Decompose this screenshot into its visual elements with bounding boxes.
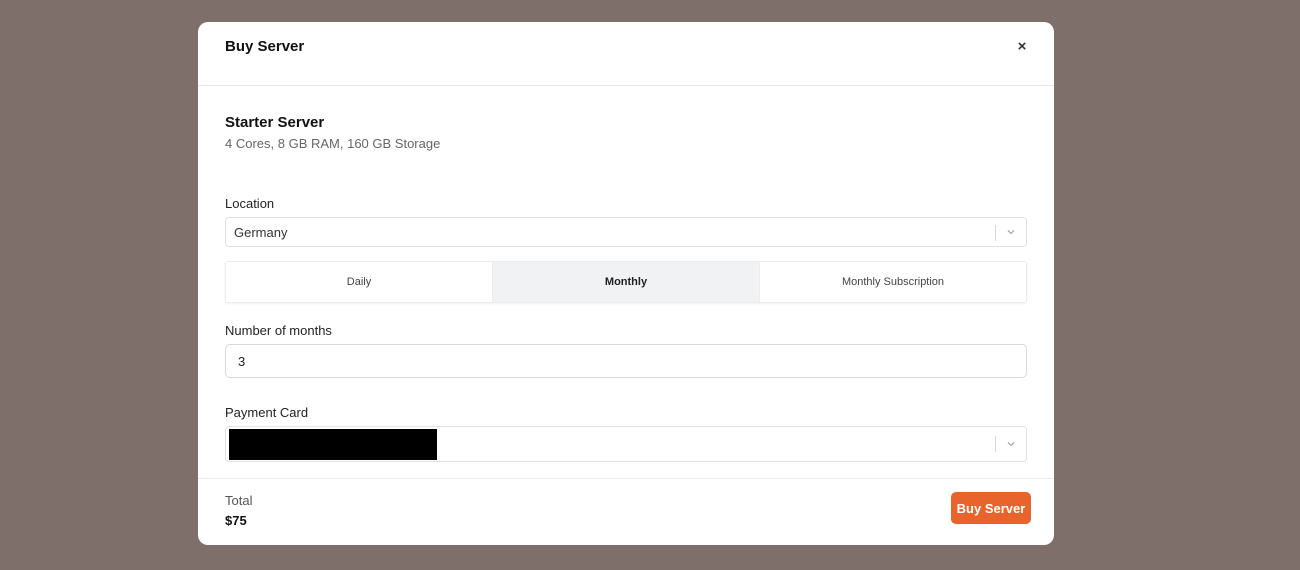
location-label: Location xyxy=(225,196,275,211)
select-separator xyxy=(995,436,996,452)
modal-header: Buy Server × xyxy=(198,22,1054,86)
select-separator xyxy=(995,225,996,241)
modal-title: Buy Server xyxy=(225,38,305,55)
buy-server-button[interactable]: Buy Server xyxy=(951,492,1031,524)
location-select[interactable]: Germany xyxy=(225,217,1027,247)
tab-monthly-subscription[interactable]: Monthly Subscription xyxy=(760,262,1026,302)
tab-monthly[interactable]: Monthly xyxy=(493,262,760,302)
redacted-card-value xyxy=(229,429,437,460)
close-icon[interactable]: × xyxy=(1014,38,1030,56)
months-label: Number of months xyxy=(225,323,332,338)
total-label: Total xyxy=(225,493,253,508)
buy-server-modal: Buy Server × Starter Server 4 Cores, 8 G… xyxy=(198,22,1054,545)
location-selected-value: Germany xyxy=(234,225,288,240)
chevron-down-icon[interactable] xyxy=(1005,226,1017,238)
payment-card-select[interactable] xyxy=(225,426,1027,462)
tab-daily[interactable]: Daily xyxy=(226,262,493,302)
total-value: $75 xyxy=(225,513,247,528)
modal-footer: Total $75 Buy Server xyxy=(198,478,1054,545)
product-name: Starter Server xyxy=(225,114,325,131)
chevron-down-icon[interactable] xyxy=(1005,438,1017,450)
product-specs: 4 Cores, 8 GB RAM, 160 GB Storage xyxy=(225,136,441,151)
payment-card-label: Payment Card xyxy=(225,405,309,420)
billing-period-tabs: Daily Monthly Monthly Subscription xyxy=(225,261,1027,303)
months-input[interactable] xyxy=(225,344,1027,378)
